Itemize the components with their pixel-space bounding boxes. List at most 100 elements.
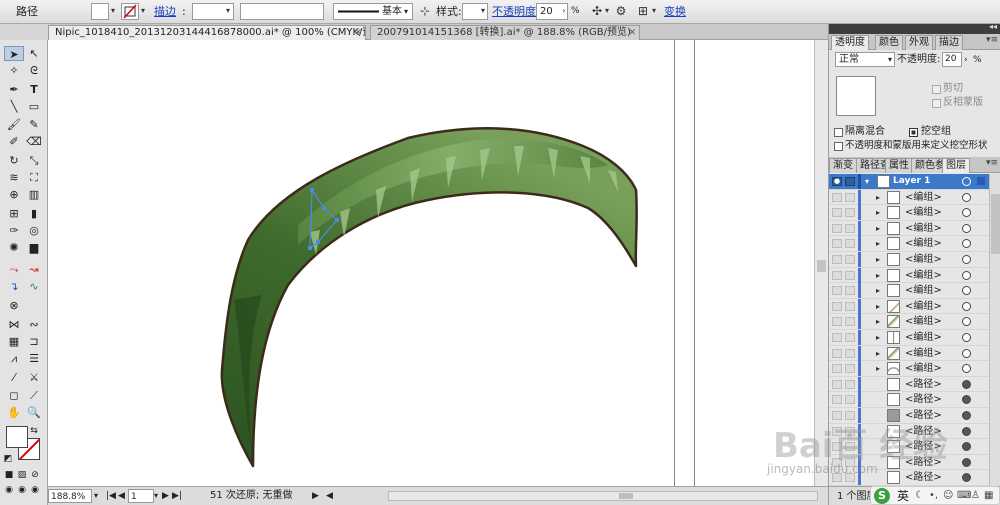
visibility-toggle[interactable] bbox=[832, 239, 842, 249]
visibility-toggle[interactable] bbox=[832, 348, 842, 358]
tab-gradient[interactable]: 渐变 bbox=[829, 158, 857, 173]
lock-toggle[interactable] bbox=[845, 223, 855, 233]
item-target-icon[interactable] bbox=[962, 223, 971, 233]
vertical-scroll-thumb[interactable] bbox=[817, 260, 826, 272]
eyedropper-tool-icon[interactable]: ✑ bbox=[4, 223, 24, 238]
rotate-tool-icon[interactable]: ↻ bbox=[4, 153, 24, 168]
layer-item-row[interactable]: <路径> bbox=[829, 439, 989, 455]
ime-mode-label[interactable]: 英 bbox=[897, 489, 909, 503]
layer-item-row[interactable]: ▸ <编组> bbox=[829, 345, 989, 362]
expand-group-icon[interactable]: ▸ bbox=[876, 222, 880, 235]
item-name[interactable]: <编组> bbox=[905, 221, 942, 236]
panel-opacity-arrow-icon[interactable]: › bbox=[964, 53, 968, 67]
isolate-blend-checkbox[interactable] bbox=[834, 128, 843, 137]
grid-tool-icon[interactable]: ▦ bbox=[4, 334, 24, 349]
layer-item-row[interactable]: ▸ <编组> bbox=[829, 314, 989, 330]
layers-scrollbar[interactable] bbox=[989, 174, 1000, 486]
layer-item-row[interactable]: ▸ <编组> bbox=[829, 189, 989, 206]
visibility-toggle[interactable] bbox=[832, 317, 842, 327]
reshape-tool-icon[interactable]: ↴ bbox=[4, 279, 24, 294]
item-target-icon[interactable] bbox=[962, 348, 971, 358]
stroke-link[interactable]: 描边 bbox=[154, 3, 176, 20]
lock-toggle[interactable] bbox=[845, 301, 855, 311]
panel-opacity-input[interactable]: 20 bbox=[942, 52, 962, 67]
item-target-icon[interactable] bbox=[962, 442, 971, 452]
item-name[interactable]: <编组> bbox=[905, 361, 942, 376]
opacity-arrow-icon[interactable]: › bbox=[560, 3, 568, 20]
twirl-tool-icon[interactable]: ∿ bbox=[24, 279, 44, 294]
item-name[interactable]: <路径> bbox=[905, 455, 942, 470]
lock-toggle[interactable] bbox=[845, 411, 855, 420]
pencil-tool-icon[interactable]: ✎ bbox=[24, 117, 44, 132]
item-target-icon[interactable] bbox=[962, 473, 971, 483]
fill-color-swatch[interactable] bbox=[91, 3, 109, 20]
brush-options-icon[interactable]: ⊹ bbox=[418, 3, 432, 20]
rectangle-tool-icon[interactable]: ▭ bbox=[24, 99, 44, 114]
ime-user-icon[interactable]: ♙ bbox=[971, 489, 980, 503]
item-target-icon[interactable] bbox=[962, 286, 971, 296]
live-paint-tool-icon[interactable]: ⊗ bbox=[4, 298, 24, 313]
artboard-dropdown-icon[interactable]: ▾ bbox=[154, 489, 158, 503]
item-name[interactable]: <路径> bbox=[905, 377, 942, 392]
tab-attributes[interactable]: 属性 bbox=[885, 158, 913, 173]
visibility-toggle[interactable] bbox=[832, 192, 842, 202]
brush-dropdown-icon[interactable]: ▾ bbox=[404, 4, 408, 19]
item-target-icon[interactable] bbox=[962, 333, 971, 342]
width-tool-icon[interactable]: ⤳ bbox=[4, 262, 24, 277]
lock-toggle[interactable] bbox=[845, 177, 855, 186]
expand-group-icon[interactable]: ▸ bbox=[876, 284, 880, 297]
draw-behind-icon[interactable]: ◉ bbox=[16, 483, 28, 495]
align-icon[interactable]: ⊞ bbox=[636, 3, 650, 20]
direct-selection-tool-icon[interactable]: ↖ bbox=[24, 46, 44, 61]
layer-item-row[interactable]: <路径> bbox=[829, 454, 989, 471]
tab-transparency[interactable]: 透明度 bbox=[831, 35, 869, 50]
artboard-number-field[interactable]: 1 bbox=[128, 489, 154, 503]
type-tool-icon[interactable]: T bbox=[24, 82, 44, 97]
magic-wand-tool-icon[interactable]: ✧ bbox=[4, 63, 24, 78]
graph-line-tool-icon[interactable]: ⩘ bbox=[4, 351, 24, 366]
expand-group-icon[interactable]: ▸ bbox=[876, 206, 880, 219]
knockout-group-checkbox[interactable] bbox=[909, 128, 918, 137]
layer-target-icon[interactable] bbox=[962, 177, 971, 186]
item-target-icon[interactable] bbox=[962, 395, 971, 405]
stroke-weight-dropdown-icon[interactable]: ▾ bbox=[222, 3, 234, 20]
layers-scroll-thumb[interactable] bbox=[991, 194, 1000, 254]
lock-toggle[interactable] bbox=[845, 395, 855, 405]
hand-tool-icon[interactable]: ✋ bbox=[4, 405, 24, 420]
layer-item-row[interactable]: ▸ <编组> bbox=[829, 283, 989, 299]
close-tab-icon[interactable]: ✕ bbox=[354, 26, 362, 40]
first-artboard-icon[interactable]: |◀ bbox=[106, 489, 116, 503]
prev-artboard-icon[interactable]: ◀ bbox=[118, 489, 125, 503]
item-name[interactable]: <编组> bbox=[905, 299, 942, 314]
expand-group-icon[interactable]: ▸ bbox=[876, 253, 880, 266]
knife-tool-icon[interactable]: ⚔ bbox=[24, 370, 44, 385]
recolor-artwork-icon[interactable]: ✣ bbox=[590, 3, 604, 20]
zoom-tool-icon[interactable]: 🔍 bbox=[24, 405, 44, 420]
lasso-tool-icon[interactable]: ᘓ bbox=[24, 63, 44, 78]
visibility-toggle[interactable] bbox=[832, 457, 842, 467]
document-tab-2[interactable]: 200791014151368 [转换].ai* @ 188.8% (RGB/预… bbox=[370, 25, 640, 40]
visibility-toggle[interactable] bbox=[832, 333, 842, 342]
item-target-icon[interactable] bbox=[962, 192, 971, 202]
style-dropdown-icon[interactable]: ▾ bbox=[478, 3, 488, 20]
perspective-grid-tool-icon[interactable]: ▥ bbox=[24, 187, 44, 202]
expand-layer-icon[interactable]: ▾ bbox=[865, 175, 869, 188]
lock-toggle[interactable] bbox=[845, 457, 855, 467]
measure-tool-icon[interactable]: ⁄ bbox=[4, 370, 24, 385]
lock-toggle[interactable] bbox=[845, 317, 855, 327]
lock-toggle[interactable] bbox=[845, 364, 855, 374]
item-name[interactable]: <路径> bbox=[905, 392, 942, 407]
item-target-icon[interactable] bbox=[962, 411, 971, 420]
expand-group-icon[interactable]: ▸ bbox=[876, 331, 880, 344]
visibility-toggle[interactable] bbox=[832, 301, 842, 311]
close-tab-icon[interactable]: ✕ bbox=[628, 26, 636, 40]
column-graph-tool-icon[interactable]: ▆ bbox=[24, 240, 44, 255]
envelope-tool-icon[interactable]: ⋈ bbox=[4, 317, 24, 332]
tab-stroke[interactable]: 描边 bbox=[935, 35, 963, 50]
ime-punct-icon[interactable]: •, bbox=[929, 489, 938, 503]
expand-group-icon[interactable]: ▸ bbox=[876, 300, 880, 313]
item-target-icon[interactable] bbox=[962, 301, 971, 311]
lock-toggle[interactable] bbox=[845, 333, 855, 342]
stroke-dropdown-icon[interactable]: ▾ bbox=[138, 3, 148, 20]
document-tab-1[interactable]: Nipic_1018410_20131203144416878000.ai* @… bbox=[48, 25, 366, 40]
